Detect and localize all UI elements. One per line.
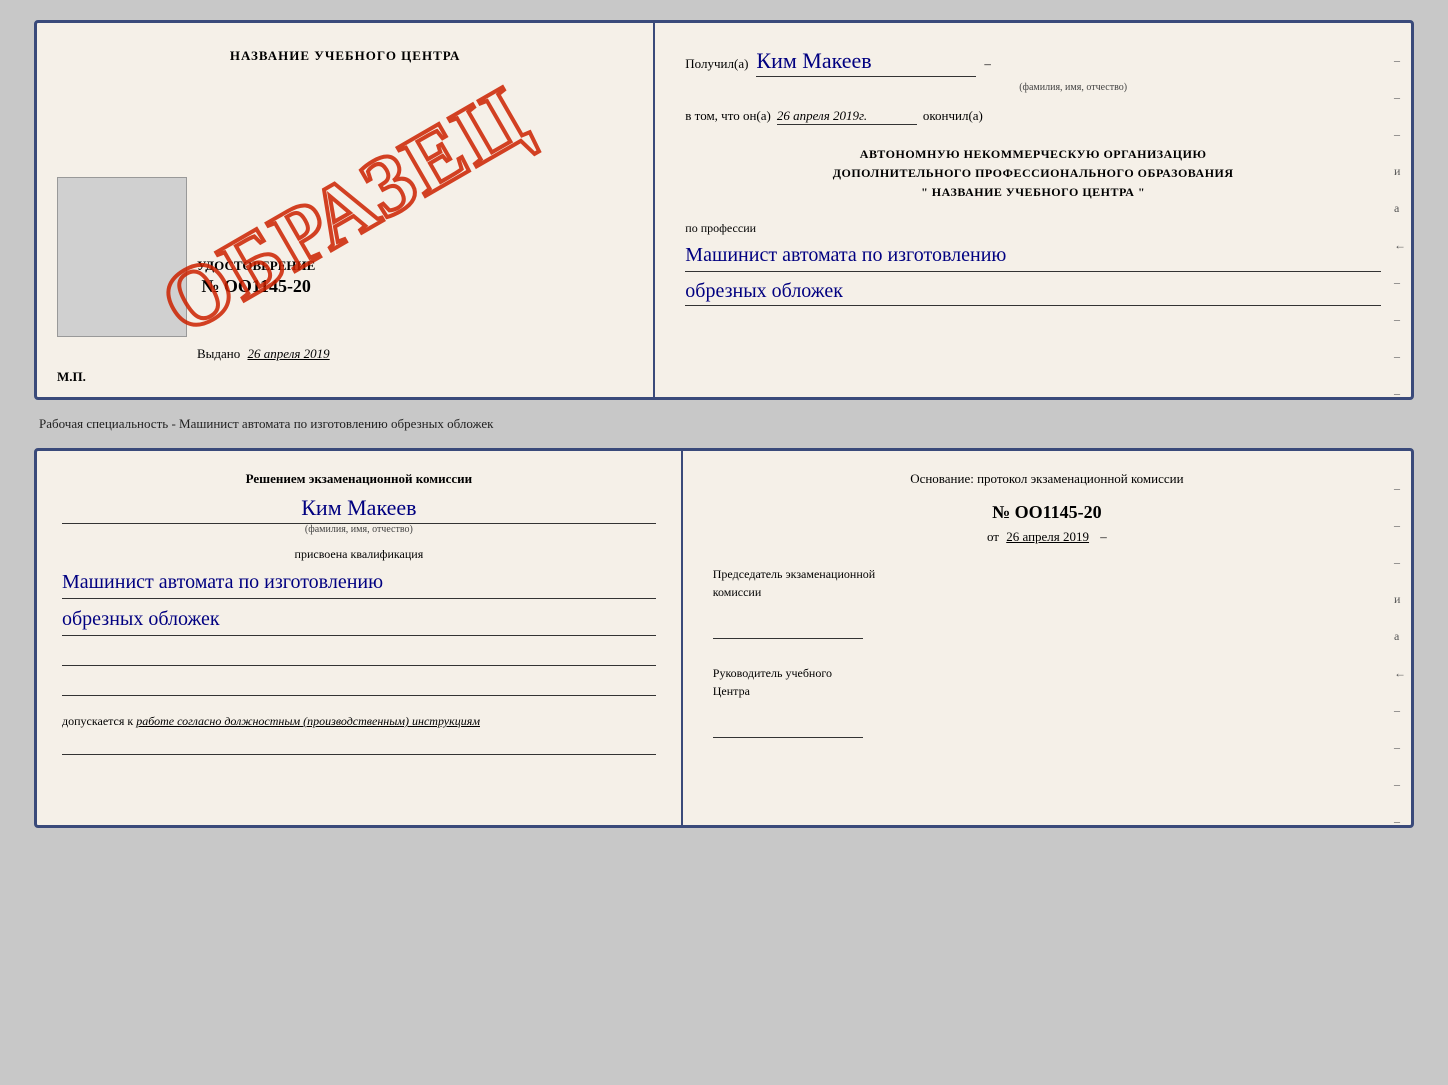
osnovanie-title: Основание: протокол экзаменационной коми…	[713, 471, 1381, 487]
dopuskaetsya-text: работе согласно должностным (производств…	[136, 714, 480, 728]
ot-date-bottom: от 26 апреля 2019 –	[713, 529, 1381, 545]
poluchil-label: Получил(а)	[685, 56, 748, 72]
vydano-date: 26 апреля 2019	[248, 346, 330, 361]
v-tom-line: в том, что он(а) 26 апреля 2019г. окончи…	[685, 108, 1381, 125]
rukovoditel-signature-line	[713, 720, 863, 738]
fio-hint-top: (фамилия, имя, отчество)	[765, 82, 1381, 93]
bottom-certificate: Решением экзаменационной комиссии Ким Ма…	[34, 448, 1414, 828]
photo-placeholder	[57, 177, 187, 337]
udost-number: № OO1145-20	[197, 276, 315, 297]
cert-top-right: Получил(а) Ким Макеев – (фамилия, имя, о…	[655, 23, 1411, 397]
ot-label: от	[987, 529, 999, 544]
empty-underline-1	[62, 648, 656, 666]
chairman-line2: комиссии	[713, 585, 762, 599]
document-container: НАЗВАНИЕ УЧЕБНОГО ЦЕНТРА УДОСТОВЕРЕНИЕ №…	[34, 20, 1414, 828]
org-name: " НАЗВАНИЕ УЧЕБНОГО ЦЕНТРА "	[921, 185, 1145, 199]
ot-date-value: 26 апреля 2019	[1006, 529, 1089, 544]
rukovoditel-line2: Центра	[713, 684, 750, 698]
qualification-line1: Машинист автомата по изготовлению	[62, 568, 656, 599]
udostoverenie-label: УДОСТОВЕРЕНИЕ	[197, 258, 315, 274]
fio-hint-bottom: (фамилия, имя, отчество)	[62, 524, 656, 535]
v-tom-label: в том, что он(а)	[685, 108, 771, 124]
completion-date: 26 апреля 2019г.	[777, 108, 917, 125]
rabochaya-specialnost-label: Рабочая специальность - Машинист автомат…	[39, 410, 1414, 438]
cert-bottom-right: Основание: протокол экзаменационной коми…	[683, 451, 1411, 825]
cert-bottom-left: Решением экзаменационной комиссии Ким Ма…	[37, 451, 683, 825]
org-line2: ДОПОЛНИТЕЛЬНОГО ПРОФЕССИОНАЛЬНОГО ОБРАЗО…	[833, 166, 1234, 180]
empty-underline-3	[62, 737, 656, 755]
empty-underline-2	[62, 678, 656, 696]
dash-after-date: –	[1100, 529, 1107, 544]
vydano-line: Выдано 26 апреля 2019	[197, 346, 330, 362]
mp-line: М.П.	[57, 369, 86, 385]
protocol-number-bottom: № OO1145-20	[713, 502, 1381, 523]
po-professii-label: по профессии	[685, 221, 1381, 236]
cert-top-left: НАЗВАНИЕ УЧЕБНОГО ЦЕНТРА УДОСТОВЕРЕНИЕ №…	[37, 23, 655, 397]
chairman-signature-line	[713, 621, 863, 639]
udostoverenie-block: УДОСТОВЕРЕНИЕ № OO1145-20	[197, 258, 315, 297]
top-certificate: НАЗВАНИЕ УЧЕБНОГО ЦЕНТРА УДОСТОВЕРЕНИЕ №…	[34, 20, 1414, 400]
dopuskaetsya-prefix: допускается к	[62, 714, 136, 728]
dash-after-name: –	[984, 56, 991, 72]
okonchil-label: окончил(а)	[923, 108, 983, 124]
prisvoena-label: присвоена квалификация	[62, 547, 656, 562]
profession-line2: обрезных обложек	[685, 280, 1381, 306]
recipient-name-bottom: Ким Макеев	[62, 495, 656, 524]
profession-line1: Машинист автомата по изготовлению	[685, 241, 1381, 272]
resheniem-title: Решением экзаменационной комиссии	[62, 471, 656, 487]
chairman-block: Председатель экзаменационной комиссии	[713, 565, 1381, 639]
org-block: АВТОНОМНУЮ НЕКОММЕРЧЕСКУЮ ОРГАНИЗАЦИЮ ДО…	[685, 145, 1381, 203]
side-dashes-top: – – – и а ← – – – –	[1394, 53, 1406, 401]
vydano-label: Выдано	[197, 346, 240, 361]
rukovoditel-line1: Руководитель учебного	[713, 666, 832, 680]
cert-title: НАЗВАНИЕ УЧЕБНОГО ЦЕНТРА	[62, 48, 628, 64]
dopuskaetsya-block: допускается к работе согласно должностны…	[62, 714, 656, 729]
watermark: ОБРАЗЕЦ	[146, 66, 545, 353]
chairman-line1: Председатель экзаменационной	[713, 567, 875, 581]
rukovoditel-block: Руководитель учебного Центра	[713, 664, 1381, 738]
poluchil-line: Получил(а) Ким Макеев –	[685, 48, 1381, 77]
side-dashes-bottom: – – – и а ← – – – –	[1394, 481, 1406, 829]
org-line1: АВТОНОМНУЮ НЕКОММЕРЧЕСКУЮ ОРГАНИЗАЦИЮ	[860, 147, 1207, 161]
recipient-name-top: Ким Макеев	[756, 48, 976, 77]
qualification-line2: обрезных обложек	[62, 605, 656, 636]
